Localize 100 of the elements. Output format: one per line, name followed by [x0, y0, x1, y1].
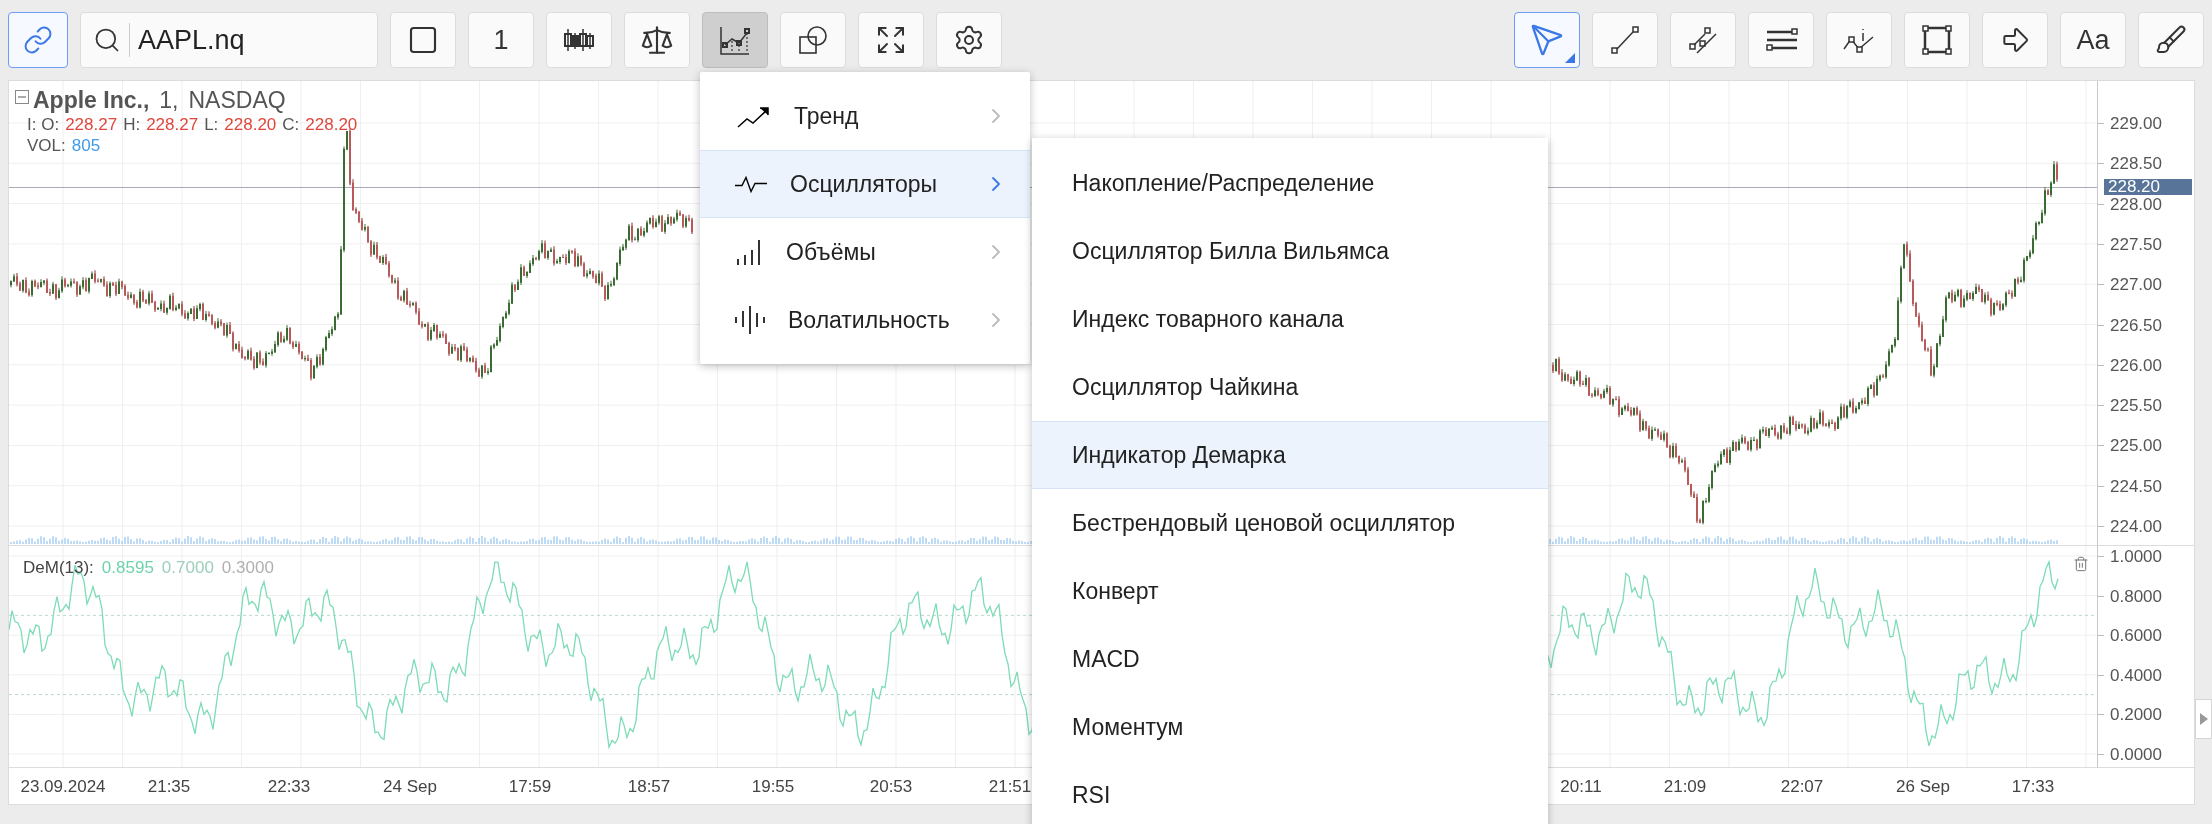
text-tool-button[interactable]: Aa [2060, 12, 2126, 68]
quote-value: 228.20 [224, 115, 277, 135]
arrow-tool-button[interactable] [1982, 12, 2048, 68]
time-label: 22:33 [267, 777, 311, 797]
menu-item[interactable]: Волатильность [700, 286, 1030, 354]
parallel-tool-button[interactable] [1670, 12, 1736, 68]
volatility-icon [734, 305, 766, 335]
quote-label: C: [282, 115, 300, 135]
submenu-item[interactable]: Моментум [1032, 693, 1548, 761]
menu-item[interactable]: Осцилляторы [700, 150, 1030, 218]
symbol-name: Apple Inc., [33, 87, 150, 114]
price-tick-label: 228.50 [2110, 155, 2162, 171]
polyline-tool-button[interactable] [1826, 12, 1892, 68]
time-label: 20:11 [1560, 777, 1602, 797]
price-tick-label: 227.00 [2110, 276, 2162, 292]
time-label: 21:51 [988, 777, 1032, 797]
quote-label: H: [123, 115, 141, 135]
price-tick-label: 224.00 [2110, 518, 2162, 534]
time-label: 19:55 [751, 777, 795, 797]
interval-label: 1, [159, 87, 179, 114]
square-icon [407, 24, 439, 56]
link-button[interactable] [8, 12, 68, 68]
menu-item[interactable]: Объёмы [700, 218, 1030, 286]
submenu-item[interactable]: Индикатор Демарка [1032, 421, 1548, 489]
price-tick-label: 228.00 [2110, 196, 2162, 212]
fullscreen-button[interactable] [858, 12, 924, 68]
rectangle-tool-button[interactable] [1904, 12, 1970, 68]
menu-item[interactable]: Тренд [700, 82, 1030, 150]
time-label: 26 Sep [1896, 777, 1950, 797]
time-label: 21:09 [1663, 777, 1707, 797]
time-label: 18:57 [627, 777, 671, 797]
price-tick-label: 224.50 [2110, 478, 2162, 494]
expand-icon [875, 24, 907, 56]
submenu-item[interactable]: Осциллятор Билла Вильямса [1032, 217, 1548, 285]
volume-value: 805 [71, 136, 101, 156]
shapes-icon [796, 23, 830, 57]
time-label: 17:33 [2011, 777, 2055, 797]
price-tick-label: 227.50 [2110, 236, 2162, 252]
line-icon [1608, 23, 1642, 57]
levels-tool-button[interactable] [1748, 12, 1814, 68]
scales-icon [640, 23, 674, 57]
line-tool-button[interactable] [1592, 12, 1658, 68]
time-label: 22:07 [1780, 777, 1824, 797]
search-icon [93, 26, 121, 54]
price-tick-label: 225.50 [2110, 397, 2162, 413]
interval-button[interactable]: 1 [468, 12, 534, 68]
volume-label: VOL: [27, 136, 66, 156]
submenu-item[interactable]: RSI [1032, 761, 1548, 824]
quote-label: I: O: [27, 115, 60, 135]
shapes-button[interactable] [780, 12, 846, 68]
time-label: 17:59 [508, 777, 552, 797]
collapse-icon[interactable] [15, 89, 29, 104]
submenu-item[interactable]: Конверт [1032, 557, 1548, 625]
brush-icon [2155, 24, 2187, 56]
submenu-item[interactable]: Индекс товарного канала [1032, 285, 1548, 353]
submenu-item[interactable]: Осциллятор Чайкина [1032, 353, 1548, 421]
time-label: 23.09.2024 [20, 777, 106, 797]
search-bar[interactable]: AAPL.nq [80, 12, 378, 68]
delete-icon[interactable] [2073, 556, 2089, 572]
rectangle-icon [1920, 23, 1954, 57]
submenu-item[interactable]: Бестрендовый ценовой осциллятор [1032, 489, 1548, 557]
settings-icon [953, 24, 985, 56]
oscillator-icon [734, 175, 768, 193]
link-icon [23, 25, 53, 55]
indicator-tick-label: 0.6000 [2110, 627, 2162, 643]
indicator-tick-label: 0.2000 [2110, 706, 2162, 722]
settings-button[interactable] [936, 12, 1002, 68]
square-button[interactable] [390, 12, 456, 68]
quote-value: 228.20 [305, 115, 358, 135]
exchange-label: NASDAQ [188, 87, 286, 114]
indicator-tick-label: 1.0000 [2110, 548, 2162, 564]
indicator-value: 0.3000 [221, 558, 274, 578]
cursor-icon [1530, 23, 1564, 57]
quote-value: 228.27 [146, 115, 199, 135]
indicator-name: DeM(13): [23, 558, 94, 578]
search-input[interactable]: AAPL.nq [138, 24, 328, 56]
corner-icon [1565, 53, 1575, 63]
current-price-label: 228.20 [2104, 179, 2192, 196]
time-label: 21:35 [147, 777, 191, 797]
time-label: 20:53 [869, 777, 913, 797]
submenu-item[interactable]: Накопление/Распределение [1032, 149, 1548, 217]
scales-button[interactable] [624, 12, 690, 68]
indicator-tick-label: 0.4000 [2110, 667, 2162, 683]
submenu-item[interactable]: MACD [1032, 625, 1548, 693]
price-tick-label: 226.50 [2110, 317, 2162, 332]
brush-tool-button[interactable] [2138, 12, 2204, 68]
price-tick-label: 226.00 [2110, 357, 2162, 373]
quote-label: L: [204, 115, 219, 135]
indicator-value: 0.7000 [161, 558, 214, 578]
indicator-value: 0.8595 [101, 558, 154, 578]
candlestick-button[interactable] [546, 12, 612, 68]
price-tick-label: 225.00 [2110, 437, 2162, 453]
panel-toggle-button[interactable] [2195, 699, 2212, 739]
quote-value: 228.27 [65, 115, 118, 135]
price-tick-label: 229.00 [2110, 115, 2162, 131]
time-label: 24 Sep [383, 777, 437, 797]
indicators-button[interactable] [702, 12, 768, 68]
indicator-tick-label: 0.8000 [2110, 588, 2162, 604]
cursor-button[interactable] [1514, 12, 1580, 68]
triangle-icon [2199, 713, 2208, 725]
